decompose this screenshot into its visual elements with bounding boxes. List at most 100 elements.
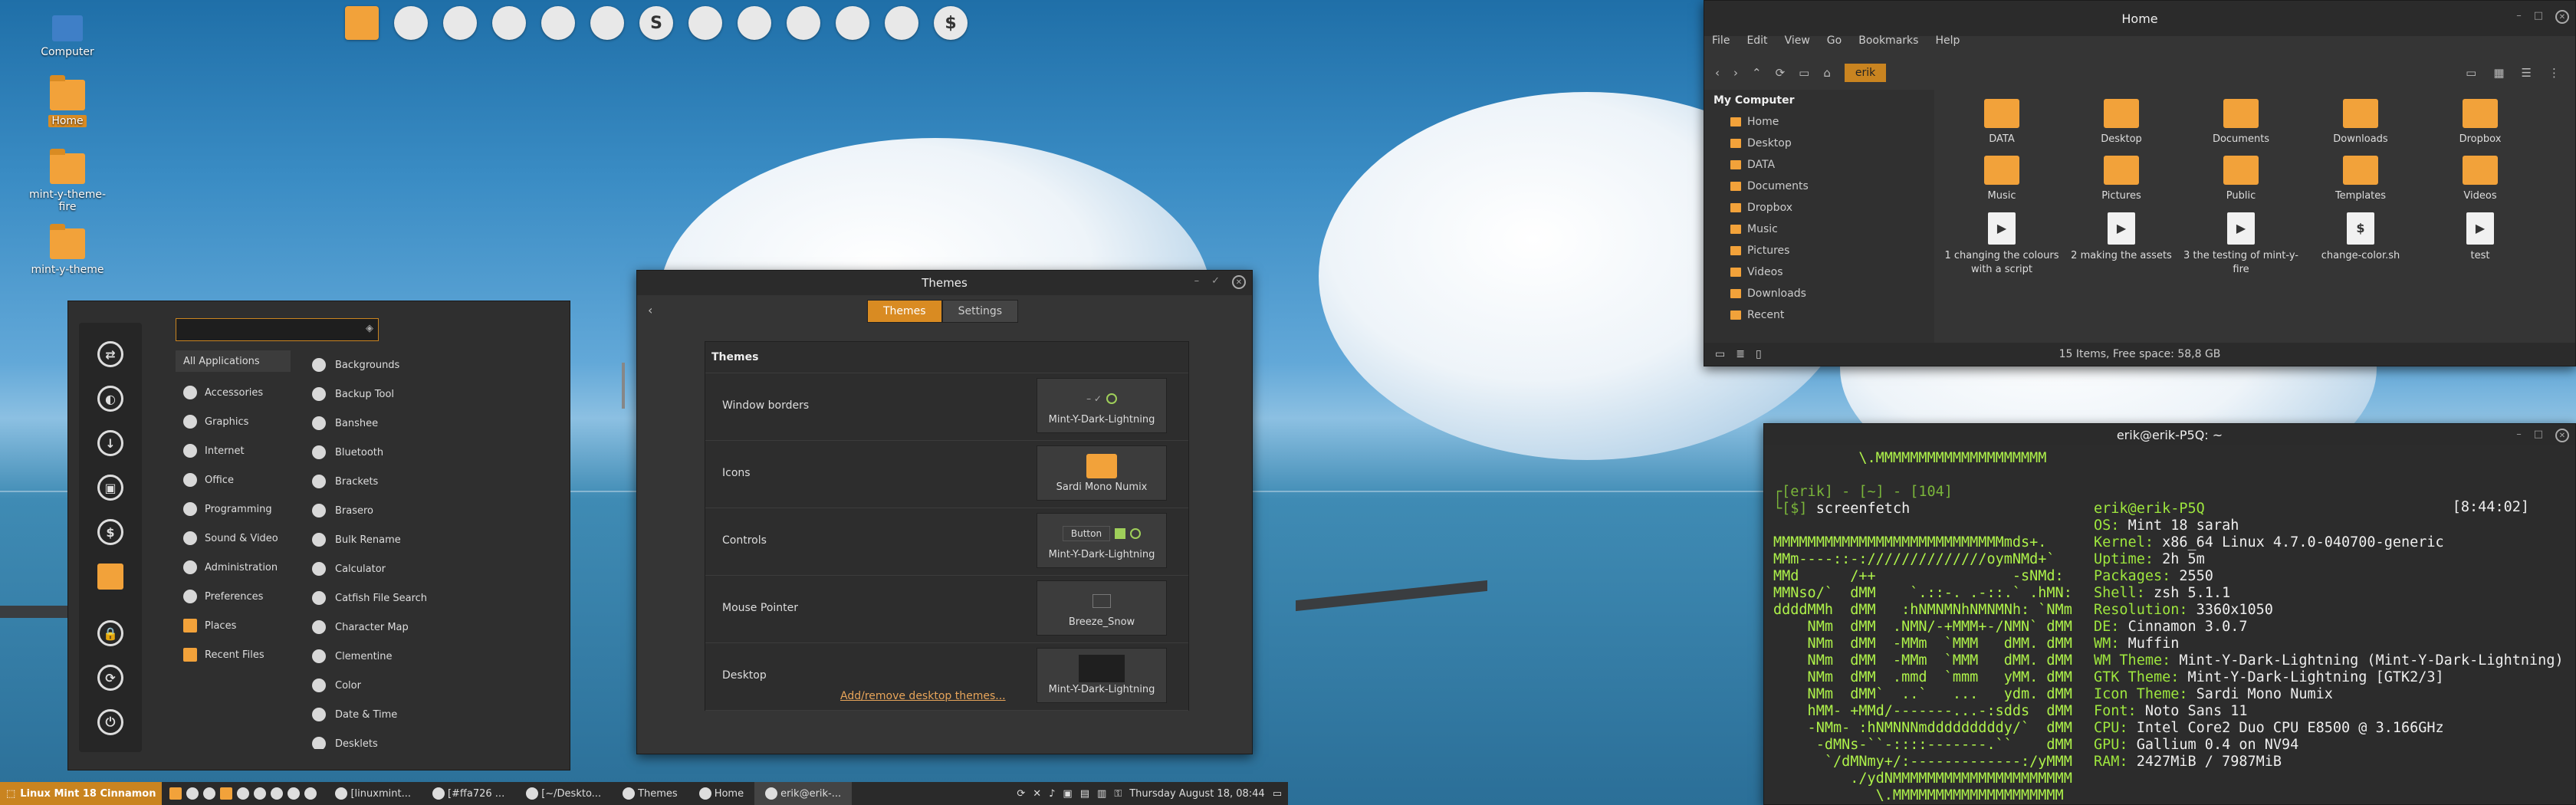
terminal-icon[interactable]: ▭ <box>2466 66 2476 80</box>
lock-icon[interactable]: 🔒 <box>97 620 123 646</box>
file-item[interactable]: Videos <box>2420 156 2540 203</box>
minimize-icon[interactable]: – <box>2516 10 2522 24</box>
category-item[interactable]: Recent Files <box>176 640 291 669</box>
file-item[interactable]: Public <box>2181 156 2301 203</box>
theme-chooser-button[interactable]: Mint-Y-Dark-Lightning <box>1037 648 1167 703</box>
clock[interactable]: Thursday August 18, 08:44 <box>1129 788 1264 800</box>
grid-view-icon[interactable]: ▦ <box>2493 66 2504 80</box>
folder-icon[interactable] <box>169 787 182 800</box>
teapot-launcher-icon[interactable] <box>541 6 575 40</box>
theme-chooser-button[interactable]: Sardi Mono Numix <box>1037 445 1167 501</box>
close-icon[interactable]: ✕ <box>1232 275 1246 289</box>
places-icon[interactable]: ▭ <box>1715 348 1725 360</box>
menu-bookmarks[interactable]: Bookmarks <box>1858 34 1918 50</box>
app-item[interactable]: Desklets <box>306 729 536 749</box>
redshift-icon[interactable]: ◐ <box>97 386 123 412</box>
sync-icon[interactable]: ⟳ <box>1017 788 1025 800</box>
theme-chooser-button[interactable]: – ✓ Mint-Y-Dark-Lightning <box>1037 378 1167 433</box>
terminal-icon[interactable]: $ <box>97 519 123 545</box>
terminal-output[interactable]: \.MMMMMMMMMMMMMMMMMMMM ┌[erik] - [~] - [… <box>1773 450 2072 804</box>
switch-icon[interactable]: ⇄ <box>97 341 123 367</box>
sidebar-item-home[interactable]: Home <box>1704 111 1934 133</box>
spotify-launcher-icon[interactable] <box>492 6 526 40</box>
folder-icon[interactable] <box>97 564 123 590</box>
fm-titlebar[interactable]: Home – □ ✕ <box>1704 1 2575 36</box>
menu-view[interactable]: View <box>1785 34 1810 50</box>
file-item[interactable]: Pictures <box>2062 156 2181 203</box>
computer-icon[interactable]: ▭ <box>1799 66 1809 80</box>
ninja-icon[interactable] <box>254 787 267 800</box>
home-icon[interactable]: ⌂ <box>1823 66 1831 80</box>
brackets-launcher-icon[interactable] <box>787 6 820 40</box>
category-item[interactable]: Places <box>176 611 291 640</box>
app-item[interactable]: Brasero <box>306 496 536 525</box>
app-item[interactable]: Banshee <box>306 409 536 438</box>
ninja-launcher-icon[interactable] <box>738 6 771 40</box>
file-item[interactable]: ▶ 3 the testing of mint-y-fire <box>2181 212 2301 277</box>
$-launcher-icon[interactable]: $ <box>934 6 968 40</box>
app-item[interactable]: Bulk Rename <box>306 525 536 554</box>
forward-icon[interactable]: › <box>1733 66 1738 80</box>
close-icon[interactable]: ✕ <box>2555 429 2569 442</box>
breadcrumb[interactable]: erik <box>1844 64 1887 82</box>
list-view-icon[interactable]: ☰ <box>2522 66 2532 80</box>
category-item[interactable]: Office <box>176 465 291 495</box>
file-item[interactable]: Music <box>1942 156 2062 203</box>
category-item[interactable]: Internet <box>176 436 291 465</box>
S-icon[interactable] <box>271 787 284 800</box>
maximize-icon[interactable]: □ <box>2534 429 2543 442</box>
maximize-icon[interactable]: □ <box>2534 10 2543 24</box>
tab-settings[interactable]: Settings <box>941 300 1019 323</box>
window-list-item[interactable]: [~/Deskto... <box>515 782 612 805</box>
sidebar-item-downloads[interactable]: Downloads <box>1704 283 1934 304</box>
menu-button[interactable]: ⬚ Linux Mint 18 Cinnamon <box>0 782 163 805</box>
category-item[interactable]: Programming <box>176 495 291 524</box>
desktop-icon-mint-y-theme-fire[interactable]: mint-y-theme-fire <box>21 149 113 213</box>
category-item[interactable]: Accessories <box>176 378 291 407</box>
back-icon[interactable]: ‹ <box>1715 66 1720 80</box>
hide-sidebar-icon[interactable]: ▯ <box>1756 348 1762 360</box>
category-item[interactable]: All Applications <box>176 350 291 372</box>
app-item[interactable]: Backup Tool <box>306 380 536 409</box>
sidebar-item-recent[interactable]: Recent <box>1704 304 1934 326</box>
file-item[interactable]: $ change-color.sh <box>2301 212 2420 277</box>
file-item[interactable]: Templates <box>2301 156 2420 203</box>
terminal-titlebar[interactable]: erik@erik-P5Q: ~ – □ ✕ <box>1764 424 2575 445</box>
add-remove-desktop-themes-link[interactable]: Add/remove desktop themes... <box>840 690 1006 702</box>
theme-chooser-button[interactable]: Breeze_Snow <box>1037 580 1167 636</box>
window-list-item[interactable]: erik@erik-... <box>754 782 853 805</box>
file-item[interactable]: ▶ 2 making the assets <box>2062 212 2181 277</box>
redshift-launcher-icon[interactable] <box>394 6 428 40</box>
file-item[interactable]: ▶ test <box>2420 212 2540 277</box>
app-item[interactable]: Brackets <box>306 467 536 496</box>
compact-view-icon[interactable]: ⋮ <box>2548 66 2560 80</box>
theme-chooser-button[interactable]: Button Mint-Y-Dark-Lightning <box>1037 513 1167 568</box>
sidebar-item-pictures[interactable]: Pictures <box>1704 240 1934 261</box>
up-icon[interactable]: ⌃ <box>1752 66 1762 80</box>
minimize-icon[interactable]: – <box>2516 429 2522 442</box>
desktop-icon-mint-y-theme[interactable]: mint-y-theme <box>21 224 113 276</box>
category-item[interactable]: Administration <box>176 553 291 582</box>
logout-icon[interactable]: ⟳ <box>97 665 123 691</box>
files-icon[interactable] <box>203 787 216 800</box>
file-item[interactable]: Desktop <box>2062 99 2181 146</box>
window-list-item[interactable]: [#ffa726 ... <box>422 782 515 805</box>
window-list-item[interactable]: [linuxmint... <box>324 782 421 805</box>
app-item[interactable]: Color <box>306 671 536 700</box>
menu-file[interactable]: File <box>1712 34 1730 50</box>
back-icon[interactable]: ‹ <box>648 303 652 317</box>
file-item[interactable]: Documents <box>2181 99 2301 146</box>
maximize-icon[interactable]: ✓ <box>1211 275 1220 289</box>
close-icon[interactable]: ✕ <box>2555 10 2569 24</box>
photos-icon[interactable]: ▣ <box>97 475 123 501</box>
sidebar-item-music[interactable]: Music <box>1704 219 1934 240</box>
folder-launcher-icon[interactable] <box>345 6 379 40</box>
app-item[interactable]: Character Map <box>306 613 536 642</box>
sidebar-item-documents[interactable]: Documents <box>1704 176 1934 197</box>
tab-themes[interactable]: Themes <box>867 300 942 323</box>
weather-icon[interactable] <box>304 787 317 800</box>
file-item[interactable]: ▶ 1 changing the colours with a script <box>1942 212 2062 277</box>
sidebar-item-videos[interactable]: Videos <box>1704 261 1934 283</box>
sidebar-item-data[interactable]: DATA <box>1704 154 1934 176</box>
redshift-icon[interactable] <box>288 787 301 800</box>
